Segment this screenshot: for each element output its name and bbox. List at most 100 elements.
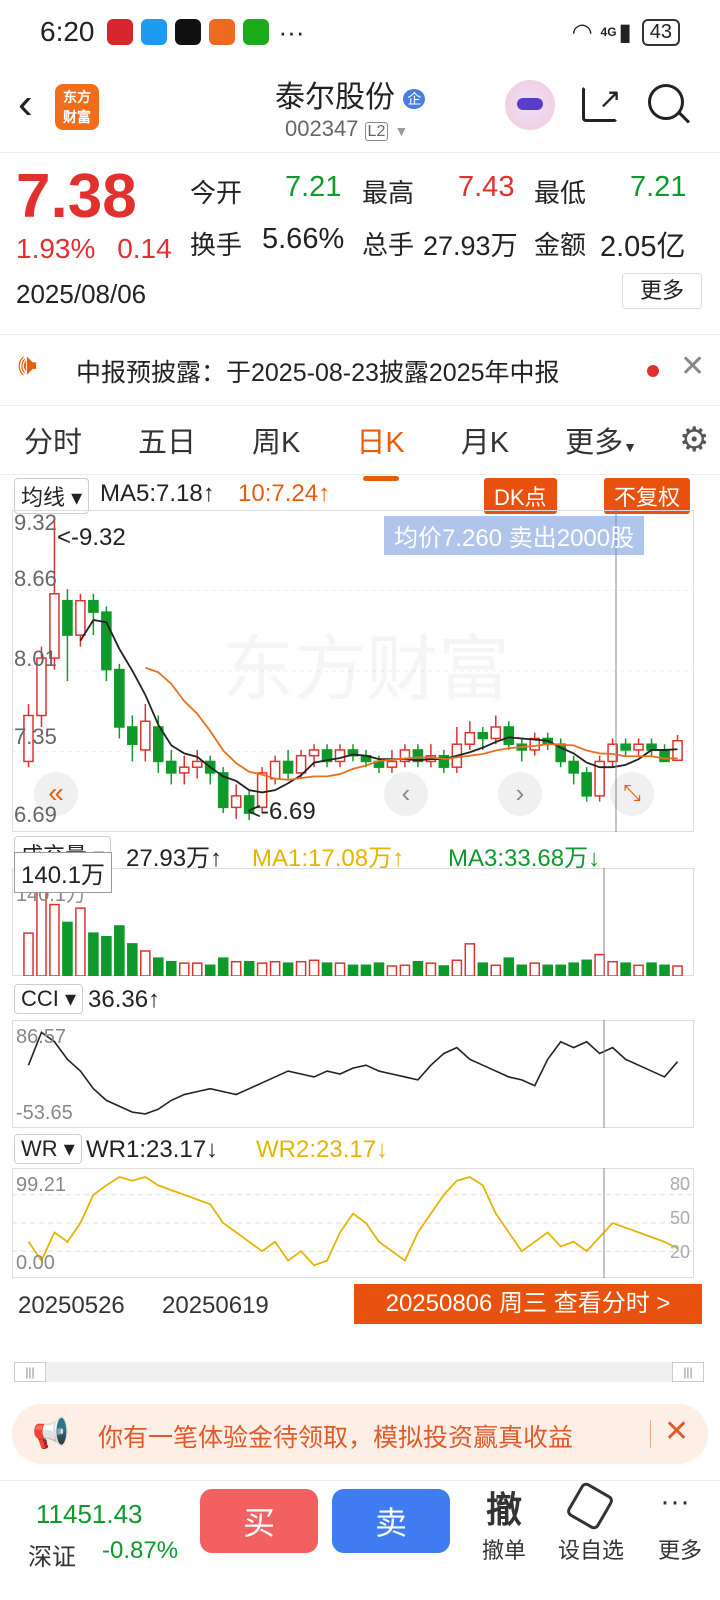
cci-legend: CCI ▾ 36.36↑	[14, 984, 714, 1018]
index-name: 深证	[28, 1544, 76, 1571]
volume-value: 27.93万	[423, 231, 518, 261]
candle-36	[490, 726, 502, 740]
robot-assistant-icon[interactable]	[505, 80, 555, 130]
promo-close-icon[interactable]: ✕	[664, 1414, 689, 1449]
amount-value: 2.05亿	[600, 231, 686, 263]
volume-bar-39	[529, 962, 541, 977]
app-logo[interactable]: 东方 财富	[55, 84, 99, 130]
close-icon[interactable]: ✕	[680, 349, 705, 384]
cancel-order-icon[interactable]: 撤	[486, 1481, 522, 1533]
add-watchlist-label[interactable]: 设自选	[558, 1533, 624, 1565]
kline-chart[interactable]: 东方财富 均价7.260 卖出2000股 9.32 8.66 8.01 7.35…	[12, 510, 694, 832]
scroll-handle-right[interactable]: |||	[672, 1362, 704, 1382]
tab-monthly-k[interactable]: 月K	[439, 419, 531, 461]
gear-icon[interactable]: ⚙	[679, 420, 709, 460]
volume-bar-30	[412, 960, 424, 977]
volume-bar-6	[101, 935, 112, 977]
volume-bar-19	[269, 960, 281, 977]
next-icon[interactable]: ›	[498, 772, 542, 816]
volume-bar-2	[49, 903, 60, 977]
volume-bar-13	[191, 962, 203, 977]
axis-4: 7.35	[14, 724, 57, 749]
volume-bar-31	[425, 962, 437, 977]
speaker-icon: 🕪	[18, 349, 37, 382]
more-label[interactable]: 更多	[658, 1533, 702, 1565]
cancel-order-label[interactable]: 撤单	[482, 1533, 526, 1565]
wr-chart[interactable]: 99.21 0.00 80 50 20	[12, 1168, 694, 1278]
chevron-down-icon[interactable]: ▼	[394, 123, 408, 139]
tab-weekly-k[interactable]: 周K	[230, 419, 322, 461]
volume-bar-23	[321, 962, 333, 977]
promo-banner[interactable]: 📢 你有一笔体验金待领取，模拟投资赢真收益 ✕	[12, 1404, 708, 1464]
volume-bar-29	[399, 964, 411, 977]
cci-axis-top: 86.57	[16, 1026, 67, 1048]
candle-9	[140, 720, 151, 751]
scroll-right-icon[interactable]: ⤡	[610, 772, 654, 816]
candle-24	[334, 749, 346, 763]
status-bar: 6:20 ··· ◠ 4G ▮ 43	[0, 0, 720, 64]
high-marker: <-9.32	[57, 524, 126, 551]
prev-icon[interactable]: ‹	[384, 772, 428, 816]
volume-bar-26	[360, 964, 372, 977]
wechat-icon	[242, 19, 269, 45]
period-tabs: 分时 五日 周K 日K 月K 更多▼ ⚙	[0, 405, 720, 481]
scroll-left-icon[interactable]: «	[34, 772, 78, 816]
level-badge[interactable]: L2	[364, 122, 389, 141]
back-icon[interactable]: ‹	[18, 82, 33, 126]
more-button[interactable]: 更多	[622, 273, 702, 309]
tab-five-day[interactable]: 五日	[116, 419, 218, 461]
tab-intraday[interactable]: 分时	[2, 419, 104, 461]
chart-scrollbar[interactable]: ||| |||	[14, 1362, 704, 1382]
candle-42	[568, 760, 579, 774]
volume-bar-17	[243, 960, 255, 977]
change-percent: 1.93%	[16, 233, 96, 264]
volume-bar-33	[451, 959, 463, 977]
unread-dot	[647, 365, 659, 377]
dk-point-button[interactable]: DK点	[484, 478, 557, 514]
cci-chart[interactable]: 86.57 -53.65	[12, 1020, 694, 1128]
promo-text: 你有一笔体验金待领取，模拟投资赢真收益	[98, 1424, 574, 1452]
buy-button[interactable]: 买	[200, 1489, 318, 1553]
candle-19	[269, 760, 281, 780]
cci-value: 36.36↑	[88, 986, 161, 1013]
wr-selector[interactable]: WR ▾	[14, 1134, 82, 1164]
turnover-label: 换手	[190, 230, 243, 260]
candle-4	[75, 599, 86, 636]
index-value[interactable]: 11451.43	[36, 1499, 143, 1530]
notice-bar[interactable]: 🕪 中报预披露：于2025-08-23披露2025年中报 ✕	[0, 334, 720, 402]
volume-bar-36	[490, 964, 502, 977]
status-time: 6:20	[40, 16, 95, 47]
axis-3: 8.01	[14, 646, 57, 671]
more-dots-icon[interactable]: ···	[660, 1485, 690, 1519]
wr1-value: WR1:23.17↓	[86, 1136, 219, 1163]
date-mid: 20250619	[162, 1292, 269, 1319]
current-price: 7.38	[16, 162, 137, 231]
volume-bar-37	[503, 957, 515, 977]
wr-legend: WR ▾ WR1:23.17↓ WR2:23.17↓	[14, 1134, 714, 1168]
volume-bar-14	[204, 964, 216, 977]
volume-legend: 成交量 ▾ 27.93万↑ MA1:17.08万↑ MA3:33.68万↓	[14, 836, 714, 872]
cci-selector[interactable]: CCI ▾	[14, 984, 84, 1014]
scroll-handle-left[interactable]: |||	[14, 1362, 46, 1382]
sell-button[interactable]: 卖	[332, 1489, 450, 1553]
bottom-toolbar: 11451.43 深证 -0.87% 买 卖 撤 撤单 设自选 ··· 更多	[0, 1480, 720, 1600]
tab-daily-k[interactable]: 日K	[334, 419, 426, 481]
candle-21	[295, 754, 307, 774]
volume-bar-4	[75, 907, 86, 977]
quote-date: 2025/08/06	[16, 279, 147, 309]
more-notifications-icon: ···	[278, 16, 305, 47]
tab-more[interactable]: 更多▼	[543, 419, 659, 461]
candle-12	[178, 766, 190, 774]
no-adjust-button[interactable]: 不复权	[604, 478, 691, 514]
add-watchlist-icon[interactable]	[564, 1480, 616, 1532]
volume-bar-27	[373, 962, 385, 977]
candle-35	[477, 731, 489, 740]
volume-chart[interactable]: 140.1万 140.1万	[12, 852, 694, 977]
ma-selector[interactable]: 均线 ▾	[14, 478, 90, 514]
wr2-value: WR2:23.17↓	[256, 1136, 389, 1163]
volume-bar-11	[165, 960, 177, 977]
view-intraday-button[interactable]: 20250806 周三 查看分时 >	[354, 1284, 702, 1324]
candle-20	[282, 760, 294, 774]
candle-43	[581, 772, 592, 797]
wr-ref-80: 80	[670, 1174, 691, 1194]
